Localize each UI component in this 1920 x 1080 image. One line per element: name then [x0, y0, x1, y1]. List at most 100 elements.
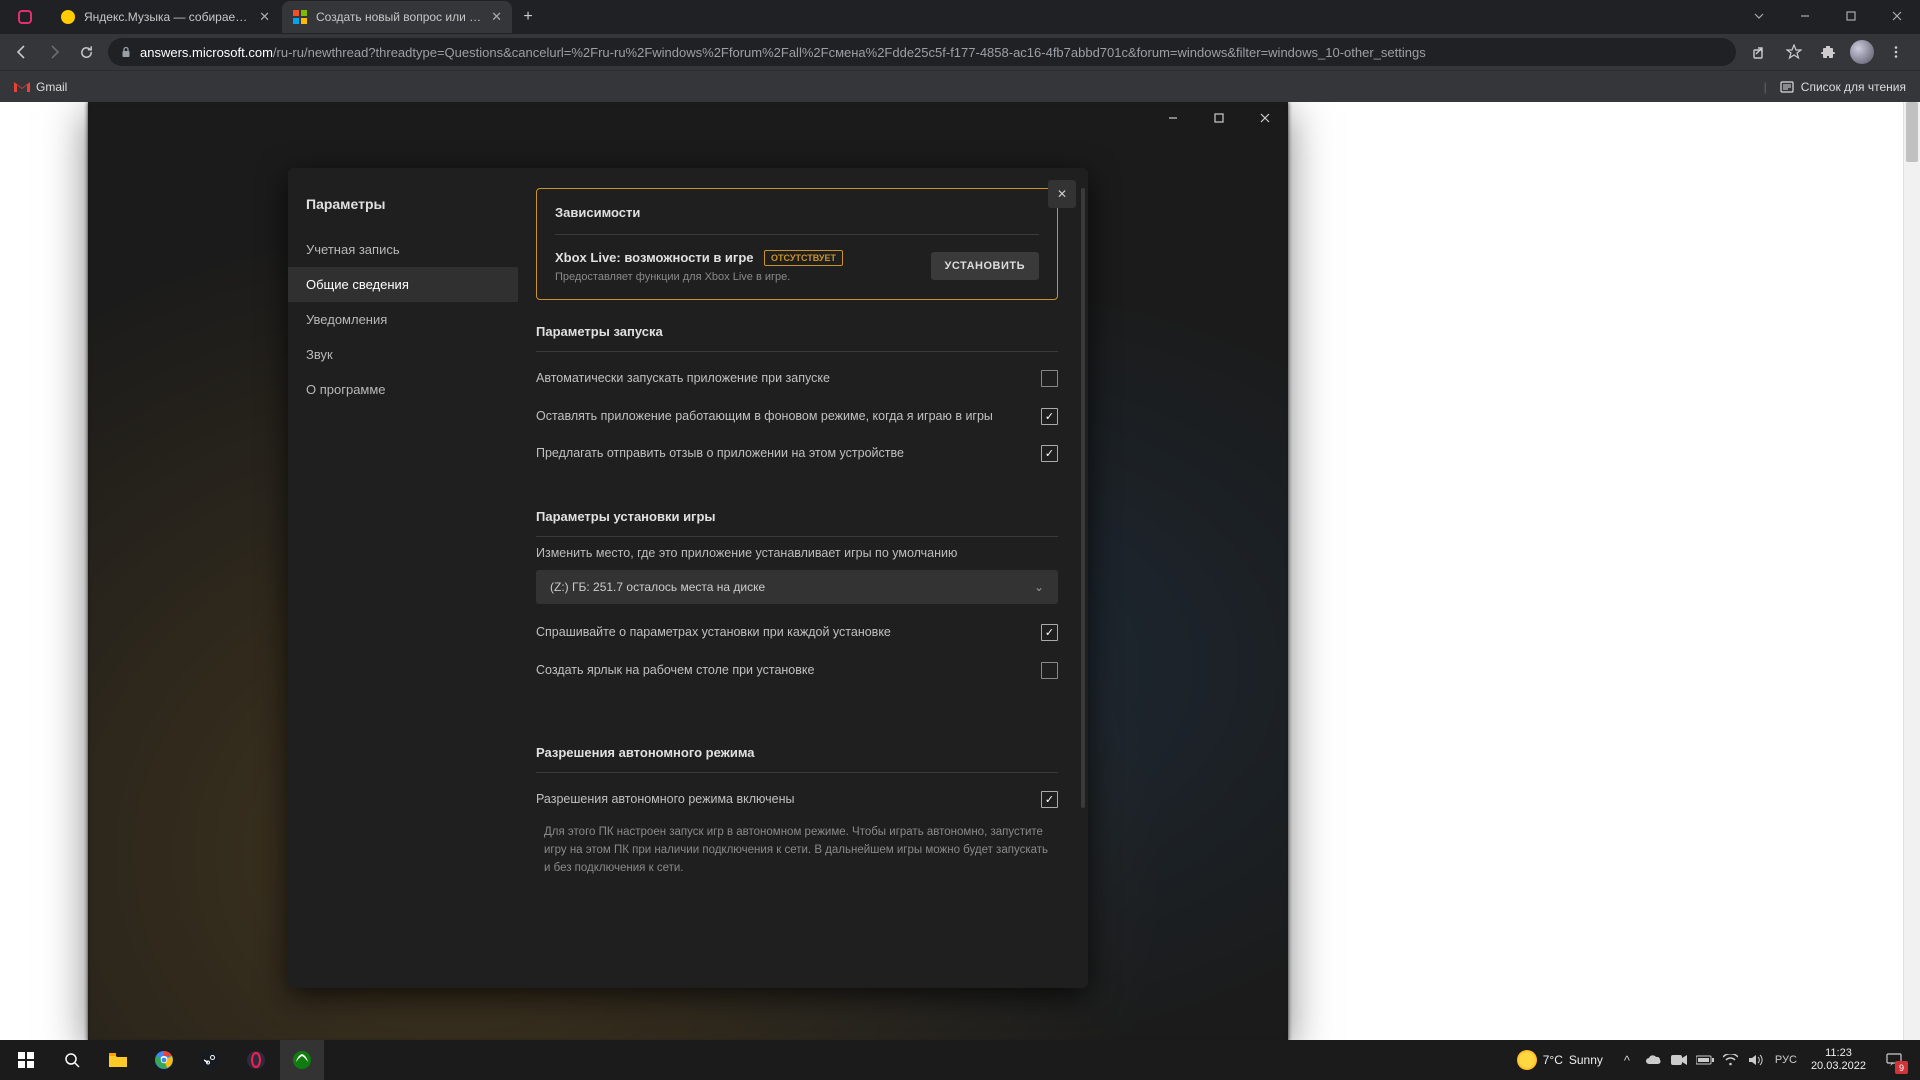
install-button[interactable]: УСТАНОВИТЬ — [931, 252, 1039, 280]
xbox-button[interactable] — [280, 1040, 324, 1080]
tab-label: Яндекс.Музыка — собираем му — [84, 10, 251, 24]
start-button[interactable] — [4, 1040, 48, 1080]
onedrive-icon[interactable] — [1641, 1040, 1665, 1080]
battery-icon[interactable] — [1693, 1040, 1717, 1080]
drive-value: (Z:) ГБ: 251.7 осталось места на диске — [550, 580, 765, 594]
app-titlebar — [1150, 102, 1288, 134]
instagram-icon — [18, 9, 32, 25]
sidebar-item-notifications[interactable]: Уведомления — [288, 302, 518, 337]
wifi-icon[interactable] — [1719, 1040, 1743, 1080]
close-icon[interactable]: ✕ — [259, 9, 270, 25]
reload-button[interactable] — [72, 38, 100, 66]
offline-help-text: Для этого ПК настроен запуск игр в автон… — [536, 819, 1058, 878]
opera-gx-button[interactable] — [234, 1040, 278, 1080]
share-icon[interactable] — [1744, 36, 1776, 68]
close-icon[interactable]: ✕ — [491, 9, 502, 25]
bookmark-label: Gmail — [36, 80, 67, 94]
notif-badge: 9 — [1895, 1061, 1908, 1074]
tab-label: Создать новый вопрос или нач — [316, 10, 483, 24]
weather-temp: 7°C — [1543, 1053, 1563, 1067]
minimize-button[interactable] — [1782, 0, 1828, 32]
new-tab-button[interactable]: + — [514, 3, 542, 31]
setting-label: Оставлять приложение работающим в фоново… — [536, 408, 1041, 426]
bookmarks-bar: Gmail | Список для чтения — [0, 70, 1920, 102]
tray-chevron-icon[interactable]: ^ — [1615, 1040, 1639, 1080]
app-minimize-button[interactable] — [1150, 102, 1196, 134]
setting-label: Создать ярлык на рабочем столе при устан… — [536, 662, 1041, 680]
navigation-bar: answers.microsoft.com/ru-ru/newthread?th… — [0, 34, 1920, 70]
volume-icon[interactable] — [1745, 1040, 1769, 1080]
checkbox-feedback[interactable] — [1041, 445, 1058, 462]
action-center[interactable]: 9 — [1876, 1040, 1912, 1080]
chevron-down-icon: ⌄ — [1034, 580, 1044, 594]
chrome-button[interactable] — [142, 1040, 186, 1080]
weather-widget[interactable]: 7°C Sunny — [1507, 1050, 1613, 1070]
sidebar-item-about[interactable]: О программе — [288, 372, 518, 407]
steam-button[interactable] — [188, 1040, 232, 1080]
setting-ask-install: Спрашивайте о параметрах установки при к… — [536, 614, 1058, 652]
lock-icon — [120, 46, 132, 58]
bookmark-star-icon[interactable] — [1778, 36, 1810, 68]
dependency-desc: Предоставляет функции для Xbox Live в иг… — [555, 271, 931, 283]
close-button[interactable] — [1874, 0, 1920, 32]
sidebar-item-account[interactable]: Учетная запись — [288, 232, 518, 267]
tab-strip: Яндекс.Музыка — собираем му ✕ Создать но… — [0, 0, 1920, 34]
url-path: /ru-ru/newthread?threadtype=Questions&ca… — [273, 45, 1426, 60]
meet-now-icon[interactable] — [1667, 1040, 1691, 1080]
windows-taskbar: 7°C Sunny ^ РУС 11:23 20.03.2022 9 — [0, 1040, 1920, 1080]
weather-cond: Sunny — [1569, 1053, 1603, 1067]
xbox-app-window: ✕ Параметры Учетная запись Общие сведени… — [88, 102, 1288, 1042]
profile-avatar[interactable] — [1850, 40, 1874, 64]
maximize-button[interactable] — [1828, 0, 1874, 32]
clock-date: 20.03.2022 — [1811, 1060, 1866, 1073]
setting-label: Автоматически запускать приложение при з… — [536, 370, 1041, 388]
setting-label: Спрашивайте о параметрах установки при к… — [536, 624, 1041, 642]
dependencies-card: Зависимости Xbox Live: возможности в игр… — [536, 188, 1058, 300]
bookmark-gmail[interactable]: Gmail — [8, 75, 73, 99]
tab-yandex-music[interactable]: Яндекс.Музыка — собираем му ✕ — [50, 1, 280, 33]
setting-feedback: Предлагать отправить отзыв о приложении … — [536, 435, 1058, 473]
app-close-button[interactable] — [1242, 102, 1288, 134]
page-content: ▲ ▼ ✕ Параметры Учетная запись Общие све… — [0, 102, 1920, 1080]
bookmark-label: Список для чтения — [1801, 80, 1906, 94]
reading-list[interactable]: | Список для чтения — [1758, 75, 1912, 99]
checkbox-ask-install[interactable] — [1041, 624, 1058, 641]
checkbox-shortcut[interactable] — [1041, 662, 1058, 679]
install-params-title: Параметры установки игры — [536, 509, 1058, 537]
modal-close-button[interactable]: ✕ — [1048, 180, 1076, 208]
checkbox-offline[interactable] — [1041, 791, 1058, 808]
checkbox-background[interactable] — [1041, 408, 1058, 425]
clock-time: 11:23 — [1811, 1047, 1866, 1060]
modal-scrollbar[interactable] — [1081, 188, 1085, 808]
microsoft-icon — [292, 9, 308, 25]
taskbar-clock[interactable]: 11:23 20.03.2022 — [1803, 1047, 1874, 1073]
dependencies-title: Зависимости — [555, 205, 1039, 235]
yandex-icon — [60, 9, 76, 25]
setting-background: Оставлять приложение работающим в фоново… — [536, 398, 1058, 436]
menu-button[interactable] — [1880, 36, 1912, 68]
address-bar[interactable]: answers.microsoft.com/ru-ru/newthread?th… — [108, 38, 1736, 66]
gmail-icon — [14, 79, 30, 95]
offline-title: Разрешения автономного режима — [536, 745, 1058, 773]
explorer-button[interactable] — [96, 1040, 140, 1080]
page-scrollbar[interactable]: ▲ ▼ — [1903, 102, 1920, 1080]
language-indicator[interactable]: РУС — [1771, 1040, 1801, 1080]
launch-params-title: Параметры запуска — [536, 324, 1058, 352]
scrollbar-thumb[interactable] — [1906, 102, 1918, 162]
search-button[interactable] — [50, 1040, 94, 1080]
setting-label: Разрешения автономного режима включены — [536, 791, 1041, 809]
checkbox-autostart[interactable] — [1041, 370, 1058, 387]
setting-autostart: Автоматически запускать приложение при з… — [536, 360, 1058, 398]
modal-content: Зависимости Xbox Live: возможности в игр… — [518, 168, 1088, 988]
sun-icon — [1517, 1050, 1537, 1070]
forward-button[interactable] — [40, 38, 68, 66]
chrome-caret-icon[interactable] — [1736, 0, 1782, 32]
back-button[interactable] — [8, 38, 36, 66]
tab-instagram[interactable] — [8, 1, 48, 33]
sidebar-item-sound[interactable]: Звук — [288, 337, 518, 372]
app-maximize-button[interactable] — [1196, 102, 1242, 134]
extensions-icon[interactable] — [1812, 36, 1844, 68]
install-drive-select[interactable]: (Z:) ГБ: 251.7 осталось места на диске ⌄ — [536, 570, 1058, 604]
sidebar-item-general[interactable]: Общие сведения — [288, 267, 518, 302]
tab-microsoft-answers[interactable]: Создать новый вопрос или нач ✕ — [282, 1, 512, 33]
